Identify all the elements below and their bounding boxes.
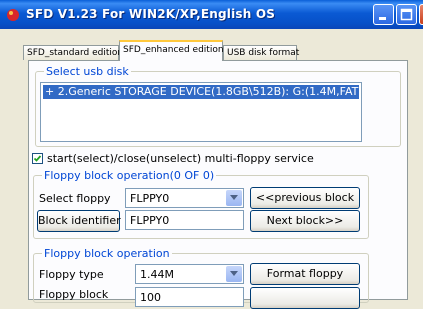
title-bar: SFD V1.23 For WIN2K/XP,English OS [0,0,423,29]
select-floppy-label: Select floppy [39,192,111,205]
minimize-button[interactable] [373,4,394,25]
multi-floppy-checkbox[interactable] [32,153,43,164]
select-floppy-value: FLPPY0 [130,192,170,205]
next-block-button[interactable]: Next block>> [250,210,360,232]
tab-standard-edition[interactable]: SFD_standard edition [23,45,123,60]
maximize-icon [400,8,413,21]
previous-block-button[interactable]: <<previous block [250,187,360,209]
floppy-type-combo[interactable]: 1.44M [135,264,244,284]
usb-disk-list[interactable]: + 2.Generic STORAGE DEVICE(1.8GB\512B): … [40,82,362,142]
list-item[interactable]: + 2.Generic STORAGE DEVICE(1.8GB\512B): … [43,85,359,99]
block-identifier-button[interactable]: Block identifier [37,210,121,232]
block-identifier-field[interactable]: FLPPY0 [125,210,244,230]
format-floppy-button[interactable]: Format floppy [250,263,360,285]
block-identifier-value: FLPPY0 [130,214,170,227]
multi-floppy-label: start(select)/close(unselect) multi-flop… [47,152,314,165]
minimize-icon [379,17,386,20]
chevron-down-icon[interactable] [226,190,242,206]
floppy-block-label: Floppy block [39,288,109,301]
check-icon [33,155,42,162]
floppy-type-label: Floppy type [39,268,104,281]
usb-disk-group: Select usb disk + 2.Generic STORAGE DEVI… [35,65,401,147]
partial-button[interactable] [250,287,360,309]
tab-enhanced-edition[interactable]: SFD_enhanced edition [119,40,224,61]
app-icon [6,8,20,22]
format-group-legend: Floppy block operation [42,247,172,260]
floppy-block-legend: Floppy block operation(0 OF 0) [42,169,217,182]
floppy-type-value: 1.44M [140,268,174,281]
maximize-button[interactable] [396,4,417,25]
close-button[interactable] [419,4,423,25]
select-floppy-combo[interactable]: FLPPY0 [125,188,244,208]
tab-usb-disk-format[interactable]: USB disk format [223,45,299,60]
usb-group-legend: Select usb disk [44,65,131,78]
floppy-block-field[interactable]: 100 [135,287,244,307]
chevron-down-icon[interactable] [226,266,242,282]
window-title: SFD V1.23 For WIN2K/XP,English OS [26,7,276,21]
